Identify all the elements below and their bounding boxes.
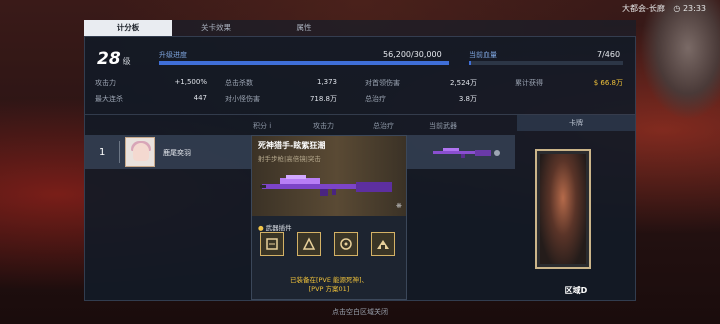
current-hp-fill — [469, 61, 472, 65]
current-hp-value: 7/460 — [597, 50, 621, 59]
level-number: 28 — [97, 49, 121, 69]
close-hint[interactable]: 点击空白区域关闭 — [0, 307, 720, 317]
header-score: 积分 i — [253, 122, 272, 130]
top-bar: 大都会-长廊 ◷ 23:33 — [0, 0, 720, 20]
upgrade-progress-bar — [159, 61, 449, 65]
rank-divider — [119, 141, 120, 163]
stat-total-earned: 累计获得 $ 66.8万 — [515, 79, 623, 87]
weapon-popup-header: 死神猎手-眩紫狂潮 射手步枪|高倍镜|突击 ❋ — [252, 136, 406, 216]
info-icon[interactable]: i — [269, 122, 271, 130]
avatar-face — [133, 143, 149, 161]
weapon-popup: 死神猎手-眩紫狂潮 射手步枪|高倍镜|突击 ❋ ● 武器插件 已装备在[PVE 能… — [251, 135, 407, 300]
location-name: 大都会-长廊 — [621, 4, 665, 13]
weapon-name: 死神猎手-眩紫狂潮 — [258, 141, 326, 150]
magazine-attachment-icon[interactable] — [334, 232, 358, 256]
header-healing: 总治疗 — [373, 122, 394, 130]
equipped-line-2: [PVP 方案01] — [308, 285, 350, 293]
avatar[interactable] — [125, 137, 155, 167]
stat-total-kills: 总击杀数 1,373 — [225, 78, 337, 87]
gear-icon: ❋ — [396, 202, 402, 210]
stat-max-streak: 最大连杀 447 — [95, 94, 207, 103]
bullet-icon: ● — [258, 224, 264, 232]
attachments-title: ● 武器插件 — [258, 224, 292, 232]
clock-time: 23:33 — [682, 4, 706, 13]
row-weapon-icon[interactable] — [431, 145, 503, 159]
stat-attack: 攻击力 +1,500% — [95, 78, 207, 87]
header-attack: 攻击力 — [313, 122, 334, 130]
player-name: 鹿尾奕羽 — [163, 149, 191, 157]
weapon-image — [260, 175, 392, 196]
stock-attachment-icon[interactable] — [371, 232, 395, 256]
card-name: 区域D — [564, 286, 588, 295]
card-header: 卡牌 — [517, 115, 635, 131]
scope-attachment-icon[interactable] — [260, 232, 284, 256]
location-info: 大都会-长廊 ◷ 23:33 — [622, 3, 706, 14]
player-rank: 1 — [99, 147, 106, 158]
stat-minion-damage: 对小怪伤害 718.8万 — [225, 95, 337, 103]
tab-attributes[interactable]: 属性 — [260, 20, 348, 36]
player-level: 28 级 — [97, 49, 131, 69]
tab-bar: 计分板 关卡效果 属性 — [84, 20, 636, 36]
tab-scoreboard[interactable]: 计分板 — [84, 20, 172, 36]
current-hp-label: 当前血量 — [469, 51, 497, 59]
equipped-line-1: 已装备在[PVE 能源死神]、 — [289, 276, 369, 284]
weapon-type: 射手步枪|高倍镜|突击 — [258, 155, 321, 163]
upgrade-progress-value: 56,200/30,000 — [383, 50, 442, 59]
card-image[interactable] — [535, 149, 591, 269]
upgrade-progress-fill — [159, 61, 449, 65]
muzzle-attachment-icon[interactable] — [297, 232, 321, 256]
stat-boss-damage: 对首领伤害 2,524万 — [365, 79, 477, 87]
tab-stage-effects[interactable]: 关卡效果 — [172, 20, 260, 36]
card-art — [540, 154, 586, 264]
equipped-info: 已装备在[PVE 能源死神]、 [PVP 方案01] — [252, 276, 406, 294]
current-hp-bar — [469, 61, 623, 65]
level-unit: 级 — [122, 57, 131, 66]
header-current-weapon: 当前武器 — [429, 122, 457, 130]
stat-total-healing: 总治疗 3.8万 — [365, 95, 477, 103]
scoreboard-panel: 28 级 升级进度 56,200/30,000 当前血量 7/460 攻击力 +1,… — [84, 36, 636, 301]
clock-icon: ◷ — [673, 4, 681, 13]
upgrade-progress-label: 升级进度 — [159, 51, 187, 59]
